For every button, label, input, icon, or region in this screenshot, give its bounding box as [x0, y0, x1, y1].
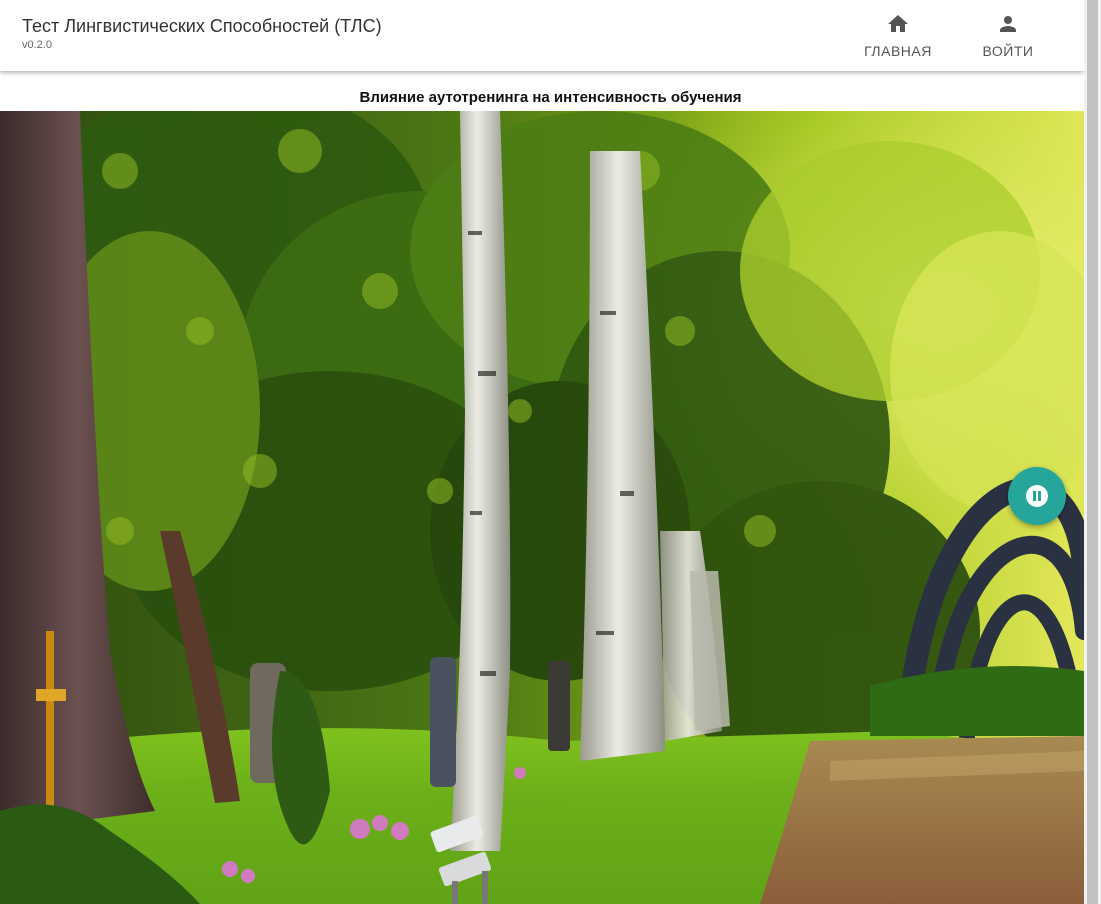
home-icon: [888, 15, 908, 32]
page: Тест Лингвистических Способностей (ТЛС) …: [0, 0, 1101, 904]
app-version: v0.2.0: [22, 39, 52, 51]
pause-icon: [1026, 485, 1048, 507]
home-nav-button[interactable]: ГЛАВНАЯ: [853, 8, 943, 64]
app-bar: Тест Лингвистических Способностей (ТЛС) …: [0, 0, 1084, 71]
login-nav-label: ВОЙТИ: [982, 43, 1034, 59]
pause-button[interactable]: [1008, 467, 1066, 525]
pause-bar-left: [1033, 491, 1036, 501]
vertical-scrollbar[interactable]: [1084, 0, 1101, 904]
page-heading: Влияние аутотренинга на интенсивность об…: [359, 89, 742, 106]
forest-image: [0, 111, 1084, 904]
app-title: Тест Лингвистических Способностей (ТЛС): [22, 16, 382, 36]
login-nav-button[interactable]: ВОЙТИ: [963, 8, 1053, 64]
scrollbar-thumb[interactable]: [1087, 0, 1098, 904]
person-icon: [1000, 16, 1016, 32]
pause-bar-right: [1038, 491, 1041, 501]
home-nav-label: ГЛАВНАЯ: [864, 43, 932, 59]
